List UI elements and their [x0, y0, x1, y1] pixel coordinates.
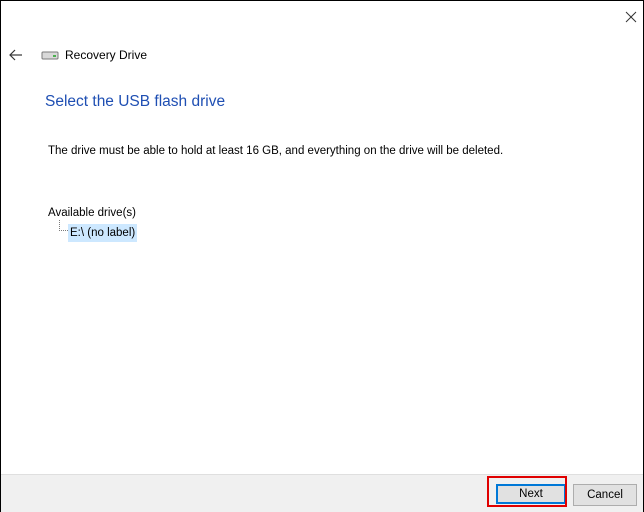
- button-footer: Next Cancel: [1, 474, 643, 512]
- close-icon[interactable]: [623, 9, 639, 25]
- cancel-button[interactable]: Cancel: [573, 484, 637, 506]
- title-bar: Recovery Drive: [9, 43, 147, 67]
- page-heading: Select the USB flash drive: [45, 93, 226, 110]
- available-drives-label: Available drive(s): [48, 207, 136, 219]
- window-title: Recovery Drive: [65, 48, 148, 62]
- recovery-drive-window: Recovery Drive Select the USB flash driv…: [0, 0, 644, 512]
- next-button[interactable]: Next: [496, 484, 566, 504]
- drive-item-e[interactable]: E:\ (no label): [68, 224, 138, 242]
- page-description: The drive must be able to hold at least …: [48, 145, 504, 157]
- drive-icon: [41, 51, 59, 60]
- tree-connector: [59, 220, 68, 231]
- back-arrow-icon[interactable]: [9, 48, 23, 62]
